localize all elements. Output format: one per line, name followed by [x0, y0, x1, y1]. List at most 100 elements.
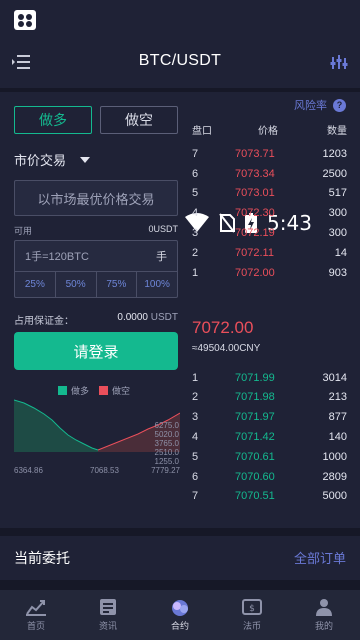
current-orders-section: 当前委托 全部订单 — [0, 536, 360, 580]
bid-row[interactable]: 3 7071.97 877 — [192, 411, 347, 429]
nav-contract-label: 合约 — [170, 621, 189, 631]
bid-qty: 5000 — [322, 490, 347, 502]
ask-level: 3 — [192, 227, 199, 239]
legend-short-label: 做空 — [112, 386, 131, 396]
percent-75-button[interactable]: 75% — [97, 272, 138, 297]
quantity-text: 1手=120BTC — [25, 251, 89, 263]
depth-y-tick: 3765.0 — [155, 439, 180, 448]
depth-legend: 做多 做空 — [58, 384, 130, 397]
nav-news[interactable]: 资讯 — [72, 590, 144, 640]
bid-row[interactable]: 2 7071.98 213 — [192, 391, 347, 409]
ask-row[interactable]: 7 7073.71 1203 — [192, 148, 347, 166]
bid-qty: 140 — [328, 431, 347, 443]
bid-price: 7070.51 — [235, 490, 275, 502]
last-price-cny: ≈49504.00CNY — [192, 343, 261, 354]
header-level: 盘口 — [192, 126, 212, 137]
ask-qty: 517 — [328, 187, 347, 199]
svg-text:$: $ — [249, 604, 255, 614]
nav-profile[interactable]: 我的 — [288, 590, 360, 640]
login-button[interactable]: 请登录 — [14, 332, 178, 370]
nav-contract[interactable]: 合约 — [144, 590, 216, 640]
ask-price: 7072.11 — [235, 247, 274, 259]
ask-row[interactable]: 3 7072.19 300 — [192, 227, 347, 245]
bid-row[interactable]: 4 7071.42 140 — [192, 431, 347, 449]
bid-price: 7071.97 — [235, 411, 275, 423]
bid-row[interactable]: 7 7070.51 5000 — [192, 490, 347, 508]
ask-qty: 2500 — [322, 168, 347, 180]
risk-rate[interactable]: 风险率 ? — [294, 97, 346, 113]
legend-long-label: 做多 — [71, 386, 90, 396]
price-input[interactable]: 以市场最优价格交易 — [14, 180, 178, 216]
currency-icon: $ — [242, 599, 262, 615]
percent-50-button[interactable]: 50% — [56, 272, 97, 297]
caret-down-icon — [80, 156, 91, 163]
all-orders-link[interactable]: 全部订单 — [294, 548, 346, 567]
ask-level: 1 — [192, 267, 199, 279]
tab-long[interactable]: 做多 — [14, 106, 92, 134]
nav-news-label: 资讯 — [98, 621, 117, 631]
page-title: BTC/USDT — [138, 52, 222, 69]
ask-level: 2 — [192, 247, 199, 259]
bid-level: 5 — [192, 451, 199, 463]
ask-level: 7 — [192, 148, 199, 160]
ask-level: 4 — [192, 207, 199, 219]
depth-x-tick: 7068.53 — [90, 466, 119, 475]
nav-fiat-label: 法币 — [242, 621, 261, 631]
percent-25-button[interactable]: 25% — [15, 272, 56, 297]
indicator-settings-icon[interactable] — [330, 54, 348, 70]
order-type-select[interactable]: 市价交易 — [14, 150, 91, 169]
ask-row[interactable]: 6 7073.34 2500 — [192, 168, 347, 186]
ask-qty: 903 — [328, 267, 347, 279]
bid-row[interactable]: 5 7070.61 1000 — [192, 451, 347, 469]
ask-row[interactable]: 5 7073.01 517 — [192, 187, 347, 205]
header-qty: 数量 — [327, 126, 347, 137]
legend-short: 做空 — [99, 384, 130, 397]
ask-qty: 1203 — [322, 148, 347, 160]
ask-price: 7073.01 — [235, 187, 275, 199]
bid-qty: 3014 — [322, 372, 347, 384]
contract-icon — [172, 600, 188, 616]
depth-y-tick: 5020.0 — [155, 430, 180, 439]
chart-icon — [26, 600, 46, 616]
ask-row[interactable]: 2 7072.11 14 — [192, 247, 347, 265]
bid-price: 7071.98 — [235, 391, 275, 403]
margin-unit: USDT — [150, 312, 178, 323]
current-orders-title: 当前委托 — [14, 550, 70, 566]
direction-tabs: 做多 做空 — [14, 106, 178, 134]
bid-level: 1 — [192, 372, 199, 384]
nav-fiat[interactable]: $ 法币 — [216, 590, 288, 640]
ask-row[interactable]: 4 7072.30 300 — [192, 207, 347, 225]
bid-price: 7070.61 — [235, 451, 275, 463]
ask-price: 7073.34 — [235, 168, 275, 180]
nav-home[interactable]: 首页 — [0, 590, 72, 640]
ask-price: 7072.00 — [235, 267, 275, 279]
margin-value: 0.0000 — [117, 312, 148, 323]
news-icon — [100, 599, 116, 615]
available-value: 0USDT — [148, 224, 178, 234]
nav-home-label: 首页 — [26, 621, 45, 631]
ask-qty: 300 — [328, 227, 347, 239]
quantity-input[interactable]: 1手=120BTC 手 — [15, 241, 177, 272]
risk-label: 风险率 — [294, 100, 327, 112]
ask-price: 7073.71 — [235, 148, 275, 160]
ask-level: 6 — [192, 168, 199, 180]
margin-info: 占用保证金： 0.0000 USDT — [14, 312, 178, 327]
ask-row[interactable]: 1 7072.00 903 — [192, 267, 347, 285]
bid-qty: 213 — [328, 391, 347, 403]
nav-profile-label: 我的 — [314, 621, 333, 631]
bid-price: 7071.42 — [235, 431, 275, 443]
last-price: 7072.00 — [192, 318, 254, 337]
percent-100-button[interactable]: 100% — [137, 272, 177, 297]
help-icon[interactable]: ? — [333, 98, 346, 112]
bid-row[interactable]: 6 7070.60 2809 — [192, 471, 347, 489]
tab-short[interactable]: 做空 — [100, 106, 178, 134]
trade-panel: 做多 做空 市价交易 以市场最优价格交易 可用 0USDT 1手=120BTC … — [0, 92, 185, 522]
app-notification-icon — [14, 10, 36, 30]
ask-level: 5 — [192, 187, 199, 199]
divider — [0, 580, 360, 590]
ask-price: 7072.19 — [235, 227, 275, 239]
depth-x-tick: 6364.86 — [14, 466, 43, 475]
depth-y-tick: 6275.0 — [155, 421, 180, 430]
bid-price: 7070.60 — [235, 471, 275, 483]
bid-row[interactable]: 1 7071.99 3014 — [192, 372, 347, 390]
